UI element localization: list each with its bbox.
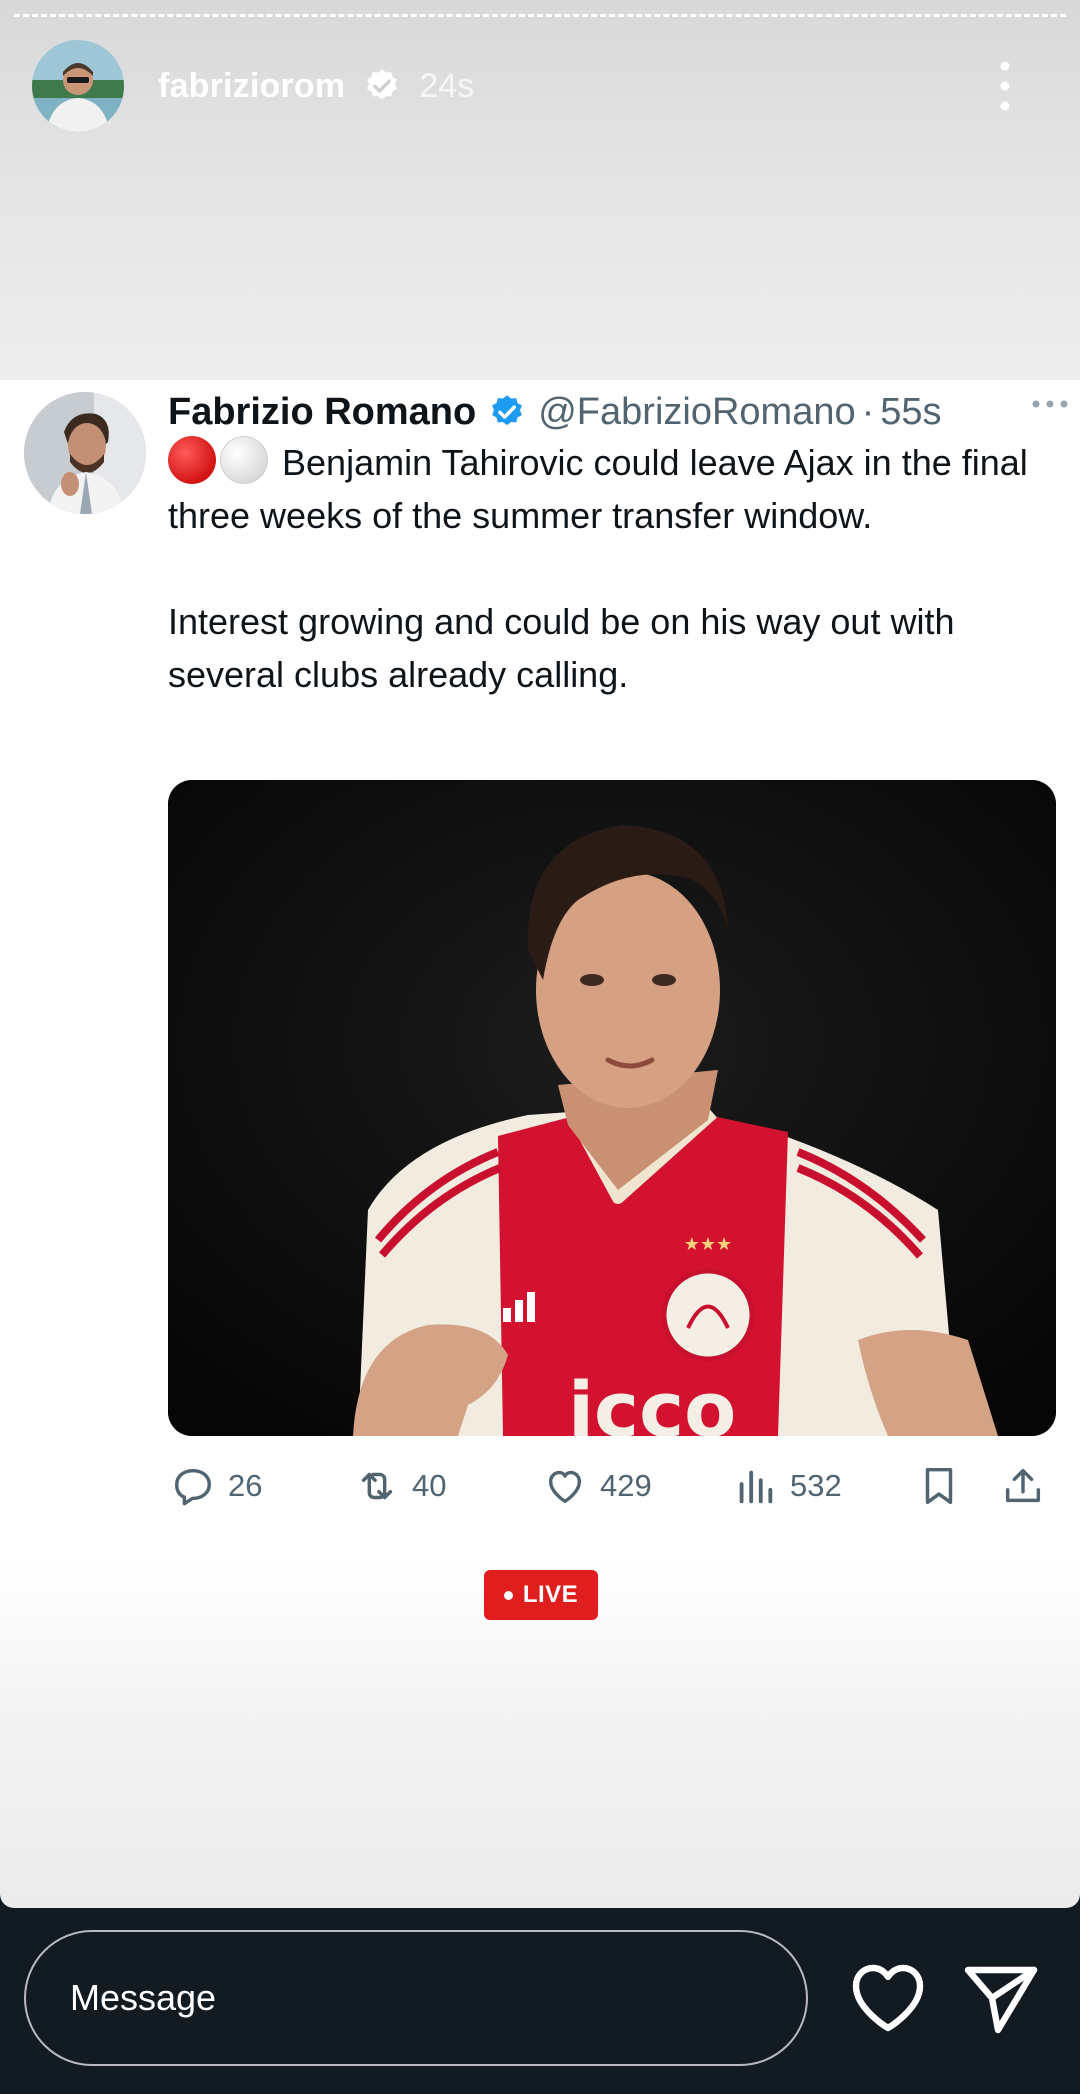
tweet-header: Fabrizio Romano @FabrizioRomano · 55s [168, 384, 1058, 440]
reply-button[interactable]: 26 [170, 1454, 262, 1518]
reply-icon [174, 1468, 212, 1506]
verified-icon [367, 69, 398, 100]
tweet-text: Benjamin Tahirovic could leave Ajax in t… [168, 436, 1058, 701]
bookmark-icon [925, 1467, 953, 1505]
send-icon[interactable] [960, 1960, 1040, 2036]
verified-icon [492, 395, 523, 426]
white-circle-icon [220, 436, 268, 484]
reply-count: 26 [228, 1468, 263, 1503]
tweet-avatar[interactable] [24, 392, 146, 514]
live-badge: LIVE [484, 1570, 598, 1620]
tweet-paragraph-1: Benjamin Tahirovic could leave Ajax in t… [168, 436, 1058, 542]
share-icon [1005, 1468, 1041, 1503]
tweet-separator: · [861, 390, 875, 433]
tweet-paragraph-2: Interest growing and could be on his way… [168, 601, 955, 695]
story-avatar[interactable] [32, 40, 124, 132]
story-header: fabriziorom 24s [32, 40, 1050, 132]
story-frame: fabriziorom 24s Fabrizio Romano @Fabrizi… [0, 0, 1080, 1908]
views-button[interactable]: 532 [732, 1454, 842, 1518]
bookmark-button[interactable] [916, 1454, 962, 1518]
tweet-paragraph-1-text: Benjamin Tahirovic could leave Ajax in t… [168, 442, 1028, 536]
tweet-time: 55s [880, 390, 942, 433]
red-circle-icon [168, 436, 216, 484]
tweet-media-photo[interactable]: ★★★ icco [168, 780, 1056, 1436]
retweet-count: 40 [412, 1468, 447, 1503]
retweet-icon [361, 1472, 393, 1500]
story-progress-bar [14, 14, 1066, 17]
like-icon [548, 1470, 582, 1504]
svg-text:★★★: ★★★ [684, 1234, 732, 1255]
more-horizontal-icon[interactable] [1030, 392, 1070, 416]
retweet-button[interactable]: 40 [354, 1454, 446, 1518]
views-icon [739, 1470, 773, 1504]
share-button[interactable] [1000, 1454, 1046, 1518]
more-vertical-icon[interactable] [990, 58, 1020, 114]
story-time: 24s [419, 66, 475, 105]
heart-icon[interactable] [848, 1960, 928, 2036]
live-dot-icon [503, 1590, 513, 1600]
shirt-sponsor-text: icco [568, 1365, 736, 1436]
like-count: 429 [600, 1468, 652, 1503]
live-label: LIVE [522, 1581, 579, 1608]
message-input[interactable] [24, 1930, 808, 2066]
views-count: 532 [790, 1468, 842, 1503]
tweet-handle[interactable]: @FabrizioRomano [538, 391, 855, 434]
like-button[interactable]: 429 [542, 1454, 652, 1518]
tweet-author-name[interactable]: Fabrizio Romano [168, 391, 476, 434]
story-username[interactable]: fabriziorom [158, 67, 345, 106]
tweet-actions: 26 40 429 532 [168, 1454, 1058, 1518]
